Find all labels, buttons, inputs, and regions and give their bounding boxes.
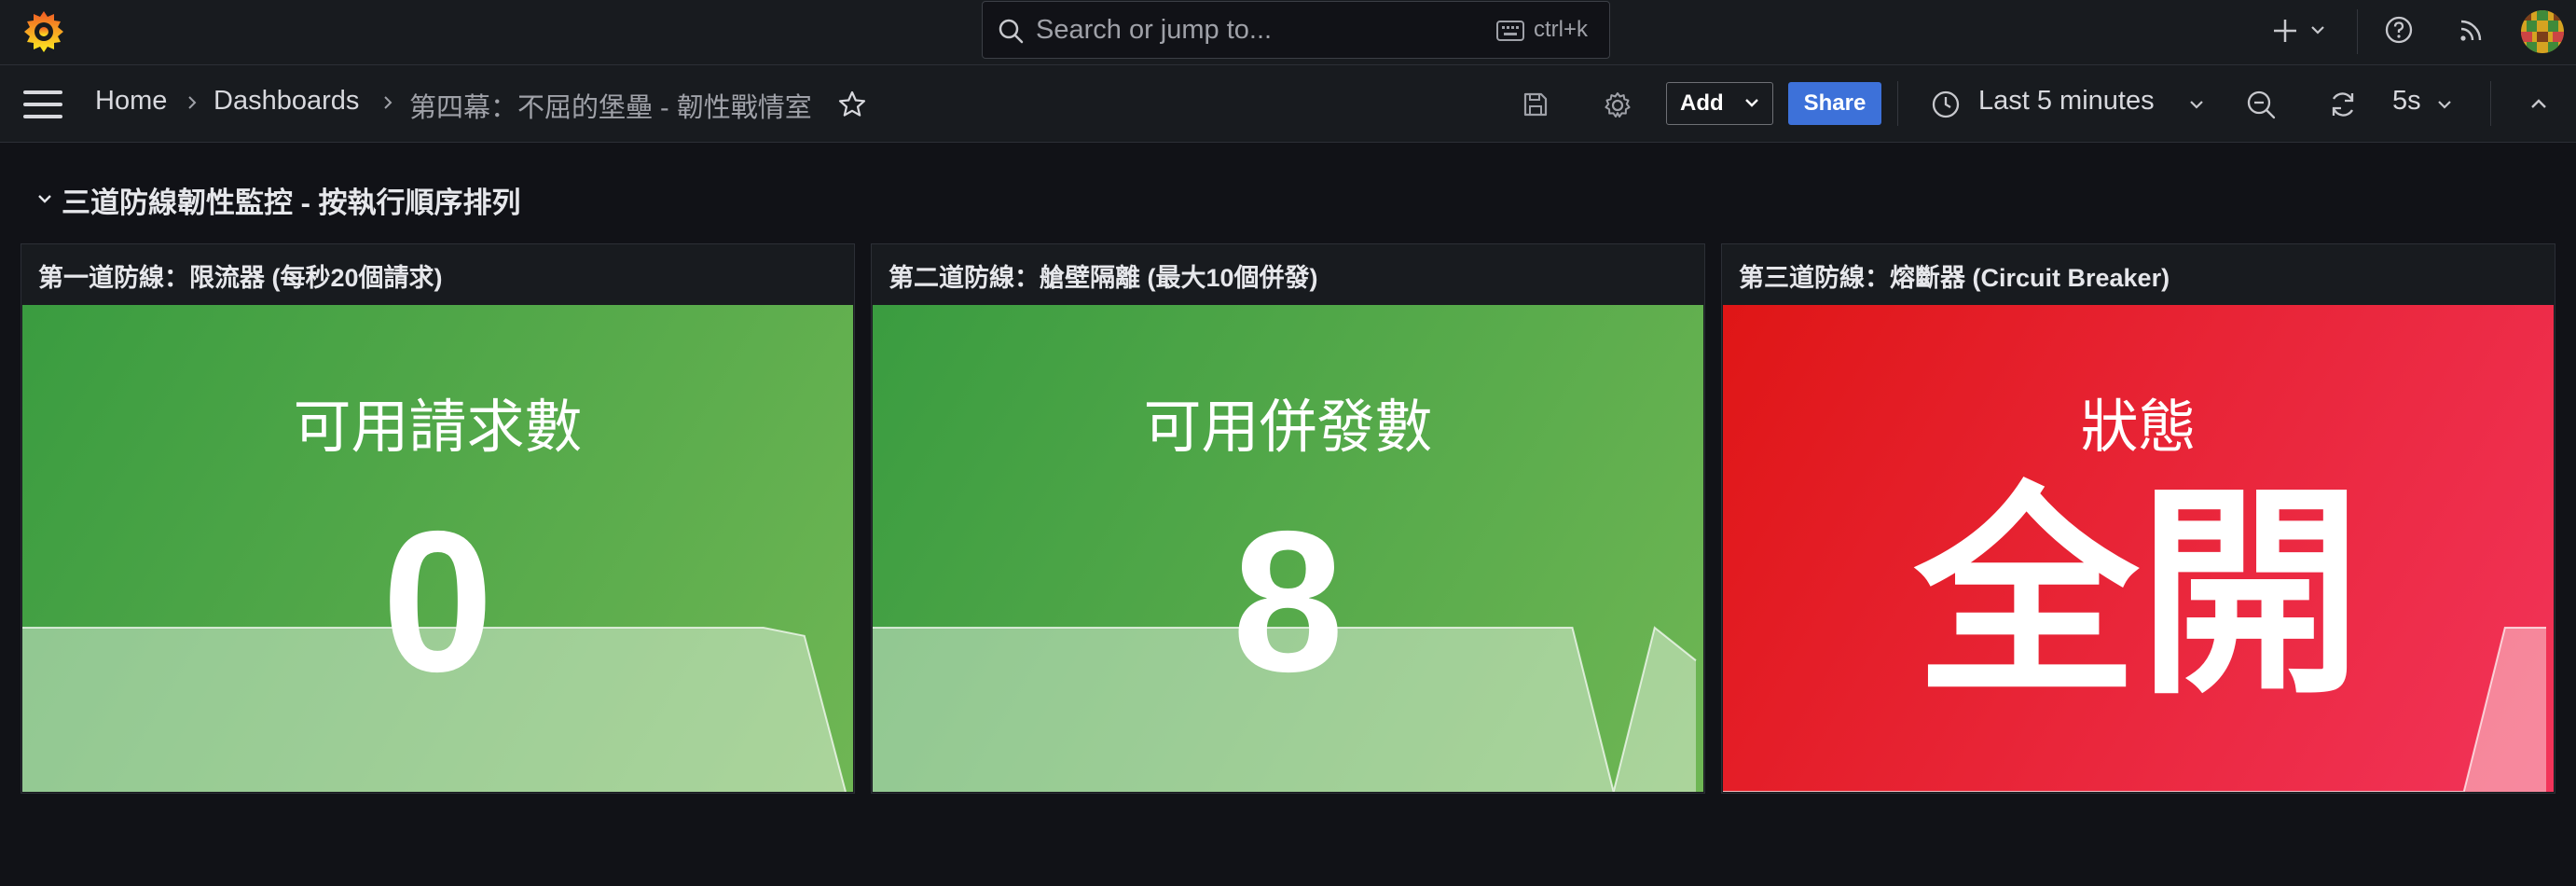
chevron-down-icon <box>1745 99 1758 107</box>
star-icon[interactable] <box>837 90 867 119</box>
row-title[interactable]: 三道防線韌性監控 - 按執行順序排列 <box>62 179 521 221</box>
refresh-icon[interactable] <box>2327 89 2359 120</box>
zoom-out-icon[interactable] <box>2245 89 2277 120</box>
clock-icon[interactable] <box>1931 90 1961 119</box>
stat-value: 8 <box>1232 489 1344 713</box>
stat-label: 狀態 <box>2080 395 2197 460</box>
panel-circuit-breaker[interactable]: 第三道防線：熔斷器 (Circuit Breaker) 狀態 全開 <box>1721 243 2555 794</box>
top-bar: Search or jump to... ctrl+k <box>0 0 2576 65</box>
breadcrumb-dashboards[interactable]: Dashboards <box>214 86 359 117</box>
row-collapse-chevron-icon[interactable] <box>37 193 52 204</box>
chevron-down-icon[interactable] <box>2189 99 2204 110</box>
grafana-logo-icon[interactable] <box>21 8 67 55</box>
help-icon[interactable] <box>2384 15 2414 45</box>
panel-title[interactable]: 第二道防線：艙壁隔離 (最大10個併發) <box>889 257 1318 294</box>
search-placeholder: Search or jump to... <box>1036 15 1273 45</box>
nav-bar: Home Dashboards 第四幕：不屈的堡壘 - 韌性戰情室 Add Sh… <box>0 65 2576 143</box>
avatar[interactable] <box>2521 10 2564 53</box>
menu-icon[interactable] <box>23 90 62 118</box>
search-icon <box>999 19 1024 44</box>
stat-visualization: 可用併發數 8 <box>873 305 1703 792</box>
breadcrumb-home[interactable]: Home <box>95 86 167 117</box>
panel-bulkhead[interactable]: 第二道防線：艙壁隔離 (最大10個併發) 可用併發數 8 <box>871 243 1705 794</box>
add-button[interactable]: Add <box>1666 82 1773 125</box>
chevron-right-icon <box>188 96 197 109</box>
panel-title[interactable]: 第一道防線：限流器 (每秒20個請求) <box>38 257 443 294</box>
stat-value: 全開 <box>1914 469 2362 719</box>
refresh-interval-picker[interactable]: 5s <box>2392 86 2421 117</box>
chevron-down-icon[interactable] <box>2310 24 2325 35</box>
search-shortcut: ctrl+k <box>1534 17 1589 42</box>
divider <box>2490 81 2491 126</box>
chevron-up-icon[interactable] <box>2529 97 2548 110</box>
divider <box>2357 9 2358 54</box>
keyboard-icon <box>1496 21 1524 41</box>
stat-visualization: 狀態 全開 <box>1723 305 2554 792</box>
stat-label: 可用請求數 <box>293 395 583 460</box>
save-icon[interactable] <box>1522 90 1550 118</box>
search-input[interactable]: Search or jump to... ctrl+k <box>982 1 1610 59</box>
divider <box>2303 81 2304 126</box>
plus-icon[interactable] <box>2271 17 2299 45</box>
add-button-label: Add <box>1680 90 1724 116</box>
panel-rate-limiter[interactable]: 第一道防線：限流器 (每秒20個請求) 可用請求數 0 <box>21 243 855 794</box>
panel-title[interactable]: 第三道防線：熔斷器 (Circuit Breaker) <box>1739 257 2170 294</box>
share-button[interactable]: Share <box>1788 82 1881 125</box>
gear-icon[interactable] <box>1603 90 1632 120</box>
breadcrumb-dashboard-title: 第四幕：不屈的堡壘 - 韌性戰情室 <box>409 93 812 123</box>
chevron-down-icon[interactable] <box>2437 99 2452 110</box>
time-range-picker[interactable]: Last 5 minutes <box>1978 86 2155 117</box>
stat-label: 可用併發數 <box>1143 395 1433 460</box>
chevron-right-icon <box>384 96 393 109</box>
rss-icon[interactable] <box>2458 16 2486 44</box>
stat-value: 0 <box>381 489 494 713</box>
stat-visualization: 可用請求數 0 <box>22 305 853 792</box>
divider <box>1897 81 1898 126</box>
